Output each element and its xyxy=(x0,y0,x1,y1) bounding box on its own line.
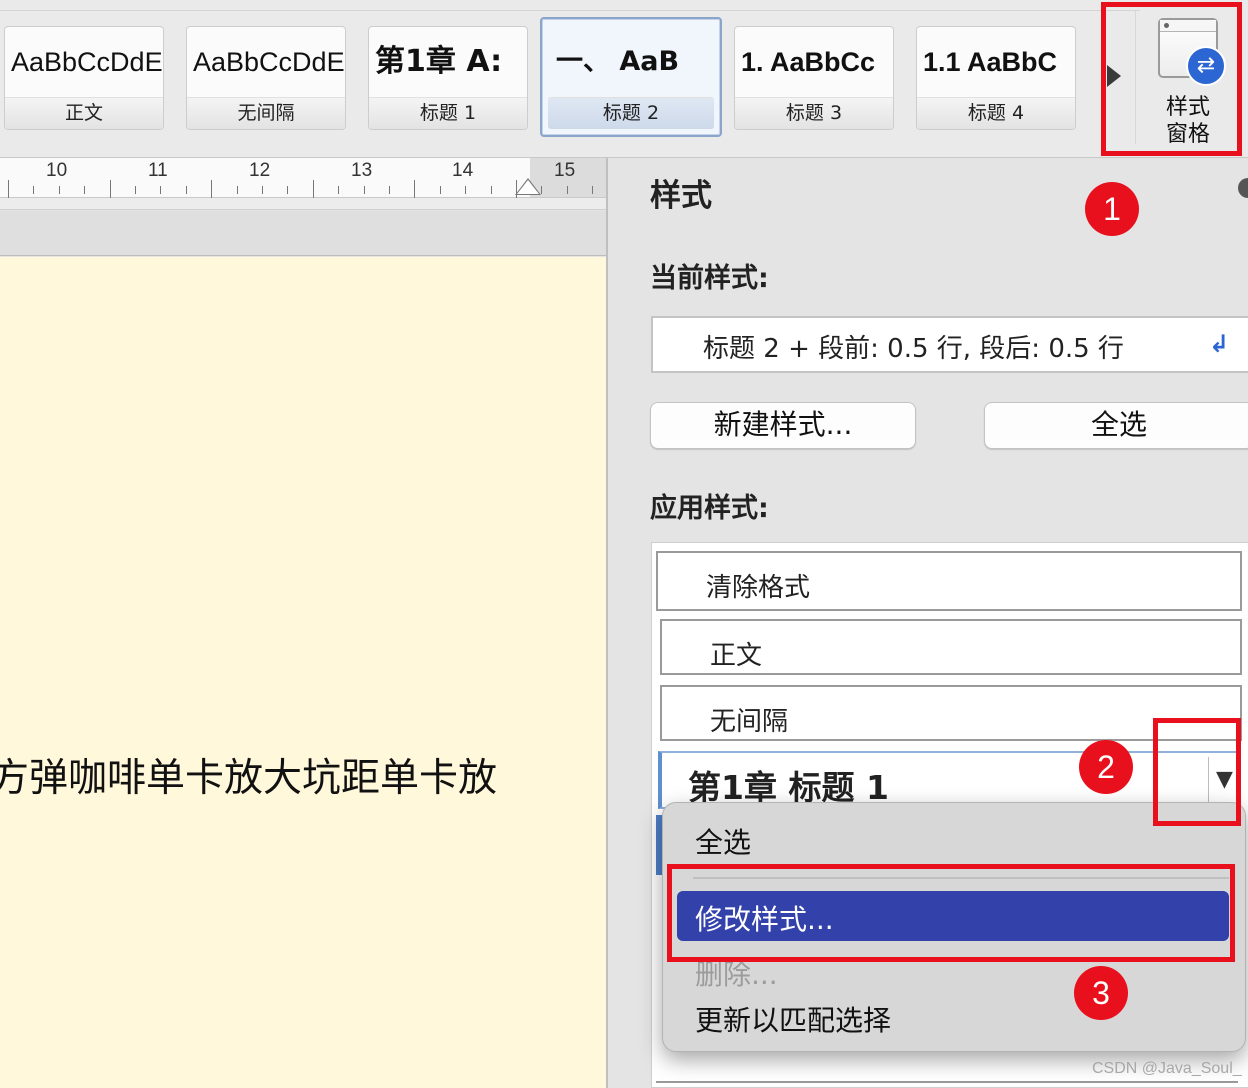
right-indent-marker[interactable] xyxy=(517,180,539,194)
style-tile-heading-2[interactable]: 一、 AaB 标题 2 xyxy=(540,17,722,137)
ruler-tick xyxy=(160,186,161,194)
ruler-number: 15 xyxy=(554,160,576,181)
ruler-number: 13 xyxy=(351,160,373,181)
ruler-tick xyxy=(491,186,492,194)
ruler-tick xyxy=(110,180,111,198)
menu-item-update-to-match[interactable]: 更新以匹配选择 xyxy=(695,999,891,1039)
style-tile-preview: 1. AaBbCc xyxy=(741,47,876,77)
ruler-tick xyxy=(262,186,263,194)
annotation-box-modify-style xyxy=(667,864,1235,962)
ruler-tick xyxy=(8,180,9,198)
style-item-label: 无间隔 xyxy=(710,707,789,737)
style-tile-name: 标题 4 xyxy=(967,102,1025,124)
ruler-tick xyxy=(313,180,314,198)
style-tile-preview: 第1章 A: xyxy=(375,44,503,79)
ruler-tick xyxy=(364,186,365,194)
document-page[interactable]: 方弹咖啡单卡放大坑距单卡放 xyxy=(0,257,606,1088)
ruler-tick xyxy=(541,186,542,194)
style-tile-name: 标题 1 xyxy=(419,102,477,124)
ruler-number: 14 xyxy=(452,160,474,181)
style-tile-heading-4[interactable]: 1.1 AaBbC 标题 4 xyxy=(916,26,1076,130)
menu-item-select-all[interactable]: 全选 xyxy=(695,821,751,861)
new-style-button[interactable]: 新建样式... xyxy=(650,402,916,449)
ruler-number: 11 xyxy=(148,160,168,181)
ruler-tick xyxy=(465,186,466,194)
document-top-gutter xyxy=(0,211,606,256)
style-tile-normal[interactable]: AaBbCcDdE 正文 xyxy=(4,26,164,130)
ruler-tick xyxy=(84,186,85,194)
style-item-clear-formatting[interactable]: 清除格式 xyxy=(656,551,1242,611)
annotation-badge-1: 1 xyxy=(1085,182,1139,236)
style-tile-heading-1[interactable]: 第1章 A: 标题 1 xyxy=(368,26,528,130)
ruler-tick xyxy=(33,186,34,194)
style-tile-preview: 一、 AaB xyxy=(556,46,680,77)
document-paragraph[interactable]: 方弹咖啡单卡放大坑距单卡放 xyxy=(0,747,497,803)
ruler-tick xyxy=(389,186,390,194)
current-style-field: 标题 2 + 段前: 0.5 行, 段后: 0.5 行 ↲ xyxy=(651,316,1248,373)
style-tile-name: 无间隔 xyxy=(237,102,295,124)
current-style-label: 当前样式: xyxy=(650,263,769,294)
ruler-tick xyxy=(414,180,415,198)
ruler-tick xyxy=(287,186,288,194)
style-item-edge xyxy=(656,1081,1238,1083)
annotation-box-dropdown xyxy=(1153,718,1241,826)
ruler-tick xyxy=(135,186,136,194)
ruler-tick xyxy=(211,180,212,198)
current-style-value: 标题 2 + 段前: 0.5 行, 段后: 0.5 行 xyxy=(703,334,1124,364)
ribbon-divider xyxy=(0,10,1140,11)
select-all-button[interactable]: 全选 xyxy=(984,402,1248,449)
style-tile-name: 标题 3 xyxy=(785,102,843,124)
ruler-tick xyxy=(338,186,339,194)
ruler-tick xyxy=(186,186,187,194)
ruler-tick xyxy=(440,186,441,194)
ruler-tick xyxy=(567,186,568,194)
ruler-number: 10 xyxy=(46,160,68,181)
close-icon[interactable] xyxy=(1238,178,1248,198)
style-tile-preview: AaBbCcDdE xyxy=(11,47,163,77)
style-gallery-ribbon: AaBbCcDdE 正文 AaBbCcDdE 无间隔 第1章 A: 标题 1 一… xyxy=(0,0,1248,158)
horizontal-ruler[interactable]: 10 11 12 13 14 15 xyxy=(0,158,606,210)
style-item-normal[interactable]: 正文 xyxy=(660,619,1242,675)
ruler-tick xyxy=(592,186,593,194)
style-tile-name: 标题 2 xyxy=(602,102,660,124)
annotation-badge-3: 3 xyxy=(1074,966,1128,1020)
ruler-tick xyxy=(237,186,238,194)
style-item-label: 正文 xyxy=(710,641,763,671)
return-arrow-icon: ↲ xyxy=(1209,330,1230,358)
apply-style-label: 应用样式: xyxy=(650,493,769,524)
style-tile-no-spacing[interactable]: AaBbCcDdE 无间隔 xyxy=(186,26,346,130)
watermark: CSDN @Java_Soul_ xyxy=(1092,1060,1242,1077)
annotation-box-styles-pane xyxy=(1101,2,1242,156)
ruler-number: 12 xyxy=(249,160,271,181)
style-tile-preview: AaBbCcDdE xyxy=(193,47,345,77)
pane-title: 样式 xyxy=(650,178,712,214)
style-tile-preview: 1.1 AaBbC xyxy=(923,47,1058,77)
style-tile-name: 正文 xyxy=(64,102,103,124)
annotation-badge-2: 2 xyxy=(1079,740,1133,794)
ruler-tick xyxy=(59,186,60,194)
style-item-label: 清除格式 xyxy=(706,573,811,603)
style-tile-heading-3[interactable]: 1. AaBbCc 标题 3 xyxy=(734,26,894,130)
